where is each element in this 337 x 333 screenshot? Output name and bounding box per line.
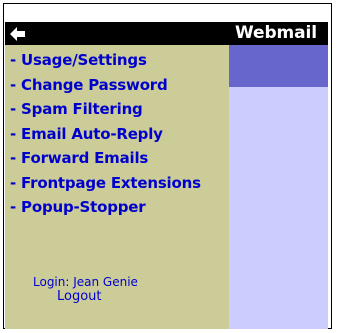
sidebar-item-change-password[interactable]: - Change Password (10, 73, 230, 98)
content-header-bar (229, 45, 328, 87)
content-area (229, 87, 328, 329)
sidebar-item-spam-filtering[interactable]: - Spam Filtering (10, 97, 230, 122)
page-title: Webmail (235, 23, 317, 43)
left-arrow-icon (10, 26, 25, 41)
sidebar-item-email-auto-reply[interactable]: - Email Auto-Reply (10, 122, 230, 147)
logout-link[interactable]: Logout (57, 289, 102, 305)
header-bar: Webmail (5, 22, 328, 45)
sidebar-nav: - Usage/Settings - Change Password - Spa… (10, 48, 230, 219)
sidebar-item-usage-settings[interactable]: - Usage/Settings (10, 48, 230, 73)
back-arrow-icon[interactable] (7, 22, 29, 45)
login-status: Login: Jean Genie (33, 275, 138, 289)
sidebar-item-frontpage-extensions[interactable]: - Frontpage Extensions (10, 171, 210, 195)
sidebar-item-popup-stopper[interactable]: - Popup-Stopper (10, 195, 230, 220)
sidebar-item-forward-emails[interactable]: - Forward Emails (10, 146, 230, 171)
